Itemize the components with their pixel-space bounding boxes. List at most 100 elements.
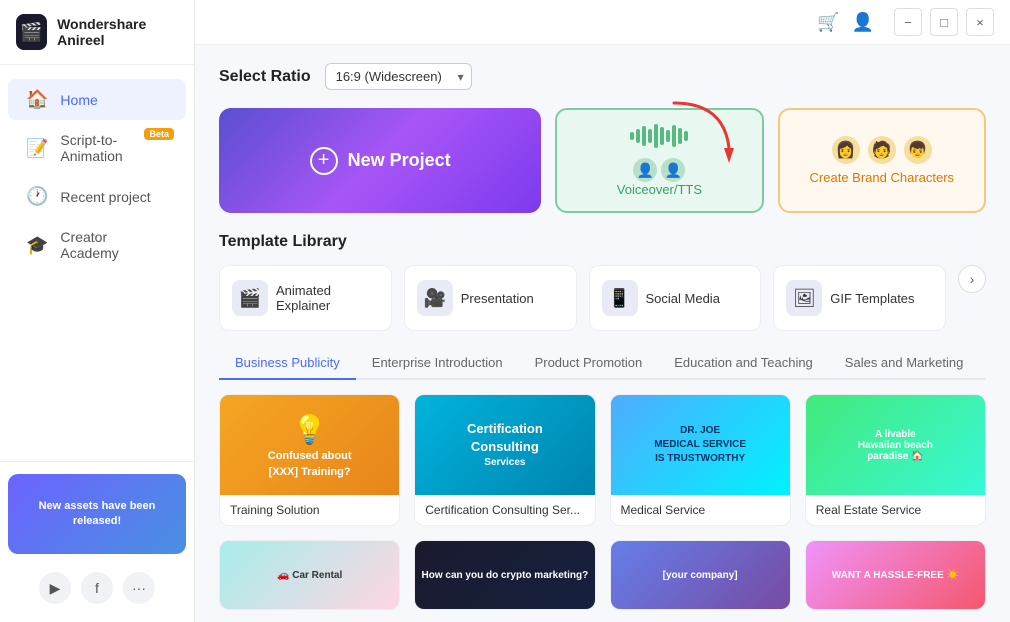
animated-explainer-icon: 🎬 <box>232 280 268 316</box>
waveform-bar <box>678 128 682 144</box>
ratio-select-wrap: 16:9 (Widescreen) 9:16 (Portrait) 1:1 (S… <box>325 63 472 90</box>
beta-badge: Beta <box>144 128 174 140</box>
template-nav-next-button[interactable]: › <box>958 265 986 293</box>
voiceover-card[interactable]: 👤 👤 Voiceover/TTS <box>555 108 763 213</box>
close-button[interactable]: × <box>966 8 994 36</box>
template-card-crypto[interactable]: How can you do crypto marketing? <box>414 540 595 610</box>
thumb-text: How can you do crypto marketing? <box>418 566 593 585</box>
template-card-medical-service[interactable]: DR. JOEMEDICAL SERVICEIS TRUSTWORTHY Med… <box>610 394 791 526</box>
waveform-bar <box>636 129 640 143</box>
thumb-text: A livableHawaiian beachparadise 🏠 <box>850 421 941 470</box>
template-types-row: 🎬 Animated Explainer 🎥 Presentation 📱 So… <box>219 265 986 331</box>
ratio-row: Select Ratio 16:9 (Widescreen) 9:16 (Por… <box>219 63 986 90</box>
more-button[interactable]: ··· <box>123 572 155 604</box>
template-type-label: Animated Explainer <box>268 283 379 313</box>
sidebar-banner: New assets have been released! <box>8 474 186 554</box>
template-type-gif-templates[interactable]: 🖼 GIF Templates <box>773 265 946 331</box>
template-thumb: 🚗 Car Rental <box>220 541 399 609</box>
template-type-label: Presentation <box>453 291 564 306</box>
template-card-real-estate-service[interactable]: A livableHawaiian beachparadise 🏠 Real E… <box>805 394 986 526</box>
app-title: Wondershare Anireel <box>57 16 178 48</box>
waveform-bar <box>648 129 652 143</box>
template-thumb: WANT A HASSLE-FREE ☀️ <box>806 541 985 609</box>
brand-icon-3: 👦 <box>904 136 932 164</box>
thumb-text: [your company] <box>663 570 738 581</box>
brand-icons: 👩 🧑 👦 <box>832 136 932 164</box>
brand-label: Create Brand Characters <box>810 170 955 185</box>
template-card-car-rental[interactable]: 🚗 Car Rental <box>219 540 400 610</box>
home-icon: 🏠 <box>26 89 48 110</box>
sidebar-nav: 🏠 Home 📝 Script-to-Animation Beta 🕐 Rece… <box>0 65 194 461</box>
sidebar-social: ▶ f ··· <box>8 566 186 610</box>
template-type-label: Social Media <box>638 291 749 306</box>
script-icon: 📝 <box>26 138 48 159</box>
tab-product-promotion[interactable]: Product Promotion <box>519 347 659 380</box>
tab-business-publicity[interactable]: Business Publicity <box>219 347 356 380</box>
waveform-bar <box>654 124 658 148</box>
avatar-2: 👤 <box>661 158 685 182</box>
template-thumb: How can you do crypto marketing? <box>415 541 594 609</box>
app-logo: 🎬 <box>16 14 47 50</box>
template-grid: 💡 Confused about[XXX] Training? Training… <box>219 394 986 610</box>
main-content: 🛒 👤 − □ × Select Ratio 16:9 (Widescreen)… <box>195 0 1010 622</box>
new-project-button[interactable]: + New Project <box>219 108 541 213</box>
sidebar-item-recent-project[interactable]: 🕐 Recent project <box>8 176 186 217</box>
template-caption: Medical Service <box>611 495 790 525</box>
thumb-text: DR. JOEMEDICAL SERVICEIS TRUSTWORTHY <box>646 416 754 474</box>
template-type-presentation[interactable]: 🎥 Presentation <box>404 265 577 331</box>
tab-education-and-teaching[interactable]: Education and Teaching <box>658 347 829 380</box>
sidebar-bottom: New assets have been released! ▶ f ··· <box>0 461 194 622</box>
tab-sales-and-marketing[interactable]: Sales and Marketing <box>829 347 980 380</box>
template-caption: Certification Consulting Ser... <box>415 495 594 525</box>
minimize-button[interactable]: − <box>894 8 922 36</box>
tab-enterprise-introduction[interactable]: Enterprise Introduction <box>356 347 519 380</box>
gif-templates-icon: 🖼 <box>786 280 822 316</box>
template-caption: Real Estate Service <box>806 495 985 525</box>
sidebar: 🎬 Wondershare Anireel 🏠 Home 📝 Script-to… <box>0 0 195 622</box>
plus-icon: + <box>310 147 338 175</box>
waveform-bar <box>672 125 676 147</box>
waveform-bar <box>642 126 646 146</box>
ratio-label: Select Ratio <box>219 68 311 86</box>
template-type-social-media[interactable]: 📱 Social Media <box>589 265 762 331</box>
template-card-hassle-free[interactable]: WANT A HASSLE-FREE ☀️ <box>805 540 986 610</box>
sidebar-item-creator-academy[interactable]: 🎓 Creator Academy <box>8 219 186 271</box>
cart-icon[interactable]: 🛒 <box>817 12 839 33</box>
waveform-bar <box>666 130 670 142</box>
avatar-1: 👤 <box>633 158 657 182</box>
clock-icon: 🕐 <box>26 186 48 207</box>
voiceover-label: Voiceover/TTS <box>617 182 702 197</box>
social-media-icon: 📱 <box>602 280 638 316</box>
app-header: 🎬 Wondershare Anireel <box>0 0 194 65</box>
profile-icon[interactable]: 👤 <box>852 12 874 33</box>
academy-icon: 🎓 <box>26 235 48 256</box>
template-thumb: A livableHawaiian beachparadise 🏠 <box>806 395 985 495</box>
window-controls: − □ × <box>894 8 994 36</box>
sidebar-item-label: Recent project <box>60 189 150 205</box>
thumb-text: CertificationConsultingServices <box>459 412 551 478</box>
youtube-button[interactable]: ▶ <box>39 572 71 604</box>
template-type-animated-explainer[interactable]: 🎬 Animated Explainer <box>219 265 392 331</box>
template-type-label: GIF Templates <box>822 291 933 306</box>
thumb-text: 🚗 Car Rental <box>277 570 342 581</box>
template-thumb: DR. JOEMEDICAL SERVICEIS TRUSTWORTHY <box>611 395 790 495</box>
app-logo-icon: 🎬 <box>20 22 42 43</box>
category-tabs: Business Publicity Enterprise Introducti… <box>219 347 986 380</box>
facebook-button[interactable]: f <box>81 572 113 604</box>
ratio-select[interactable]: 16:9 (Widescreen) 9:16 (Portrait) 1:1 (S… <box>325 63 472 90</box>
sidebar-banner-text: New assets have been released! <box>20 499 174 530</box>
template-thumb: [your company] <box>611 541 790 609</box>
template-library: Template Library 🎬 Animated Explainer 🎥 … <box>219 233 986 610</box>
template-card-certification-consulting[interactable]: CertificationConsultingServices Certific… <box>414 394 595 526</box>
sidebar-item-home[interactable]: 🏠 Home <box>8 79 186 120</box>
waveform <box>630 124 688 148</box>
presentation-icon: 🎥 <box>417 280 453 316</box>
action-cards-row: + New Project 👤 👤 <box>219 108 986 213</box>
template-library-title: Template Library <box>219 233 986 251</box>
brand-card[interactable]: 👩 🧑 👦 Create Brand Characters <box>778 108 986 213</box>
template-card-company[interactable]: [your company] <box>610 540 791 610</box>
maximize-button[interactable]: □ <box>930 8 958 36</box>
template-thumb: 💡 Confused about[XXX] Training? <box>220 395 399 495</box>
template-card-training-solution[interactable]: 💡 Confused about[XXX] Training? Training… <box>219 394 400 526</box>
sidebar-item-script-to-animation[interactable]: 📝 Script-to-Animation Beta <box>8 122 186 174</box>
